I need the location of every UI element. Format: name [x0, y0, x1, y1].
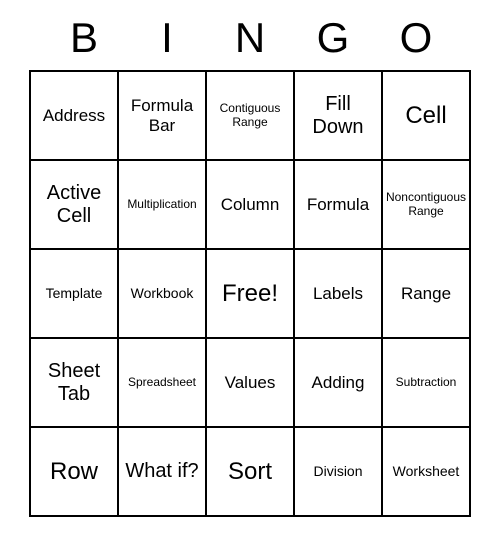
cell-text: Labels: [313, 284, 363, 304]
bingo-cell: Workbook: [118, 249, 206, 338]
cell-text: Contiguous Range: [211, 102, 289, 130]
bingo-cell: Spreadsheet: [118, 338, 206, 427]
cell-text: Range: [401, 284, 451, 304]
cell-text: Workbook: [131, 285, 194, 301]
bingo-grid: Address Formula Bar Contiguous Range Fil…: [29, 70, 471, 517]
bingo-cell: Values: [206, 338, 294, 427]
bingo-cell: Formula Bar: [118, 71, 206, 160]
cell-text: Active Cell: [35, 182, 113, 228]
cell-text: Subtraction: [396, 376, 457, 390]
cell-text: Formula: [307, 195, 369, 215]
cell-text: Sheet Tab: [35, 360, 113, 406]
cell-text: Fill Down: [299, 93, 377, 139]
bingo-cell: Adding: [294, 338, 382, 427]
cell-text: Cell: [405, 102, 446, 130]
cell-text: Sort: [228, 458, 272, 486]
cell-text: Spreadsheet: [128, 376, 196, 390]
bingo-cell: Formula: [294, 160, 382, 249]
cell-text: Multiplication: [127, 198, 196, 212]
bingo-cell: Fill Down: [294, 71, 382, 160]
bingo-cell: Active Cell: [30, 160, 118, 249]
bingo-cell-free: Free!: [206, 249, 294, 338]
header-letter-b: B: [64, 14, 104, 62]
bingo-cell: Contiguous Range: [206, 71, 294, 160]
header-letter-i: I: [147, 14, 187, 62]
cell-text: Adding: [312, 373, 365, 393]
cell-text: Values: [225, 373, 276, 393]
header-letter-g: G: [313, 14, 353, 62]
cell-text: Formula Bar: [123, 96, 201, 135]
bingo-cell: Cell: [382, 71, 470, 160]
cell-text: Row: [50, 458, 98, 486]
cell-text: Free!: [222, 280, 278, 308]
bingo-cell: Range: [382, 249, 470, 338]
bingo-cell: Column: [206, 160, 294, 249]
bingo-cell: Address: [30, 71, 118, 160]
bingo-cell: Multiplication: [118, 160, 206, 249]
bingo-cell: Noncontiguous Range: [382, 160, 470, 249]
cell-text: Column: [221, 195, 280, 215]
cell-text: What if?: [125, 460, 198, 483]
cell-text: Template: [46, 285, 103, 301]
bingo-cell: What if?: [118, 427, 206, 516]
bingo-cell: Row: [30, 427, 118, 516]
bingo-cell: Subtraction: [382, 338, 470, 427]
cell-text: Address: [43, 106, 105, 126]
header-letter-n: N: [230, 14, 270, 62]
cell-text: Noncontiguous Range: [386, 191, 466, 219]
bingo-cell: Sheet Tab: [30, 338, 118, 427]
cell-text: Worksheet: [393, 463, 460, 479]
cell-text: Division: [313, 463, 362, 479]
header-letter-o: O: [396, 14, 436, 62]
bingo-cell: Worksheet: [382, 427, 470, 516]
bingo-header: B I N G O: [30, 14, 470, 70]
bingo-cell: Division: [294, 427, 382, 516]
bingo-cell: Sort: [206, 427, 294, 516]
bingo-cell: Labels: [294, 249, 382, 338]
bingo-cell: Template: [30, 249, 118, 338]
